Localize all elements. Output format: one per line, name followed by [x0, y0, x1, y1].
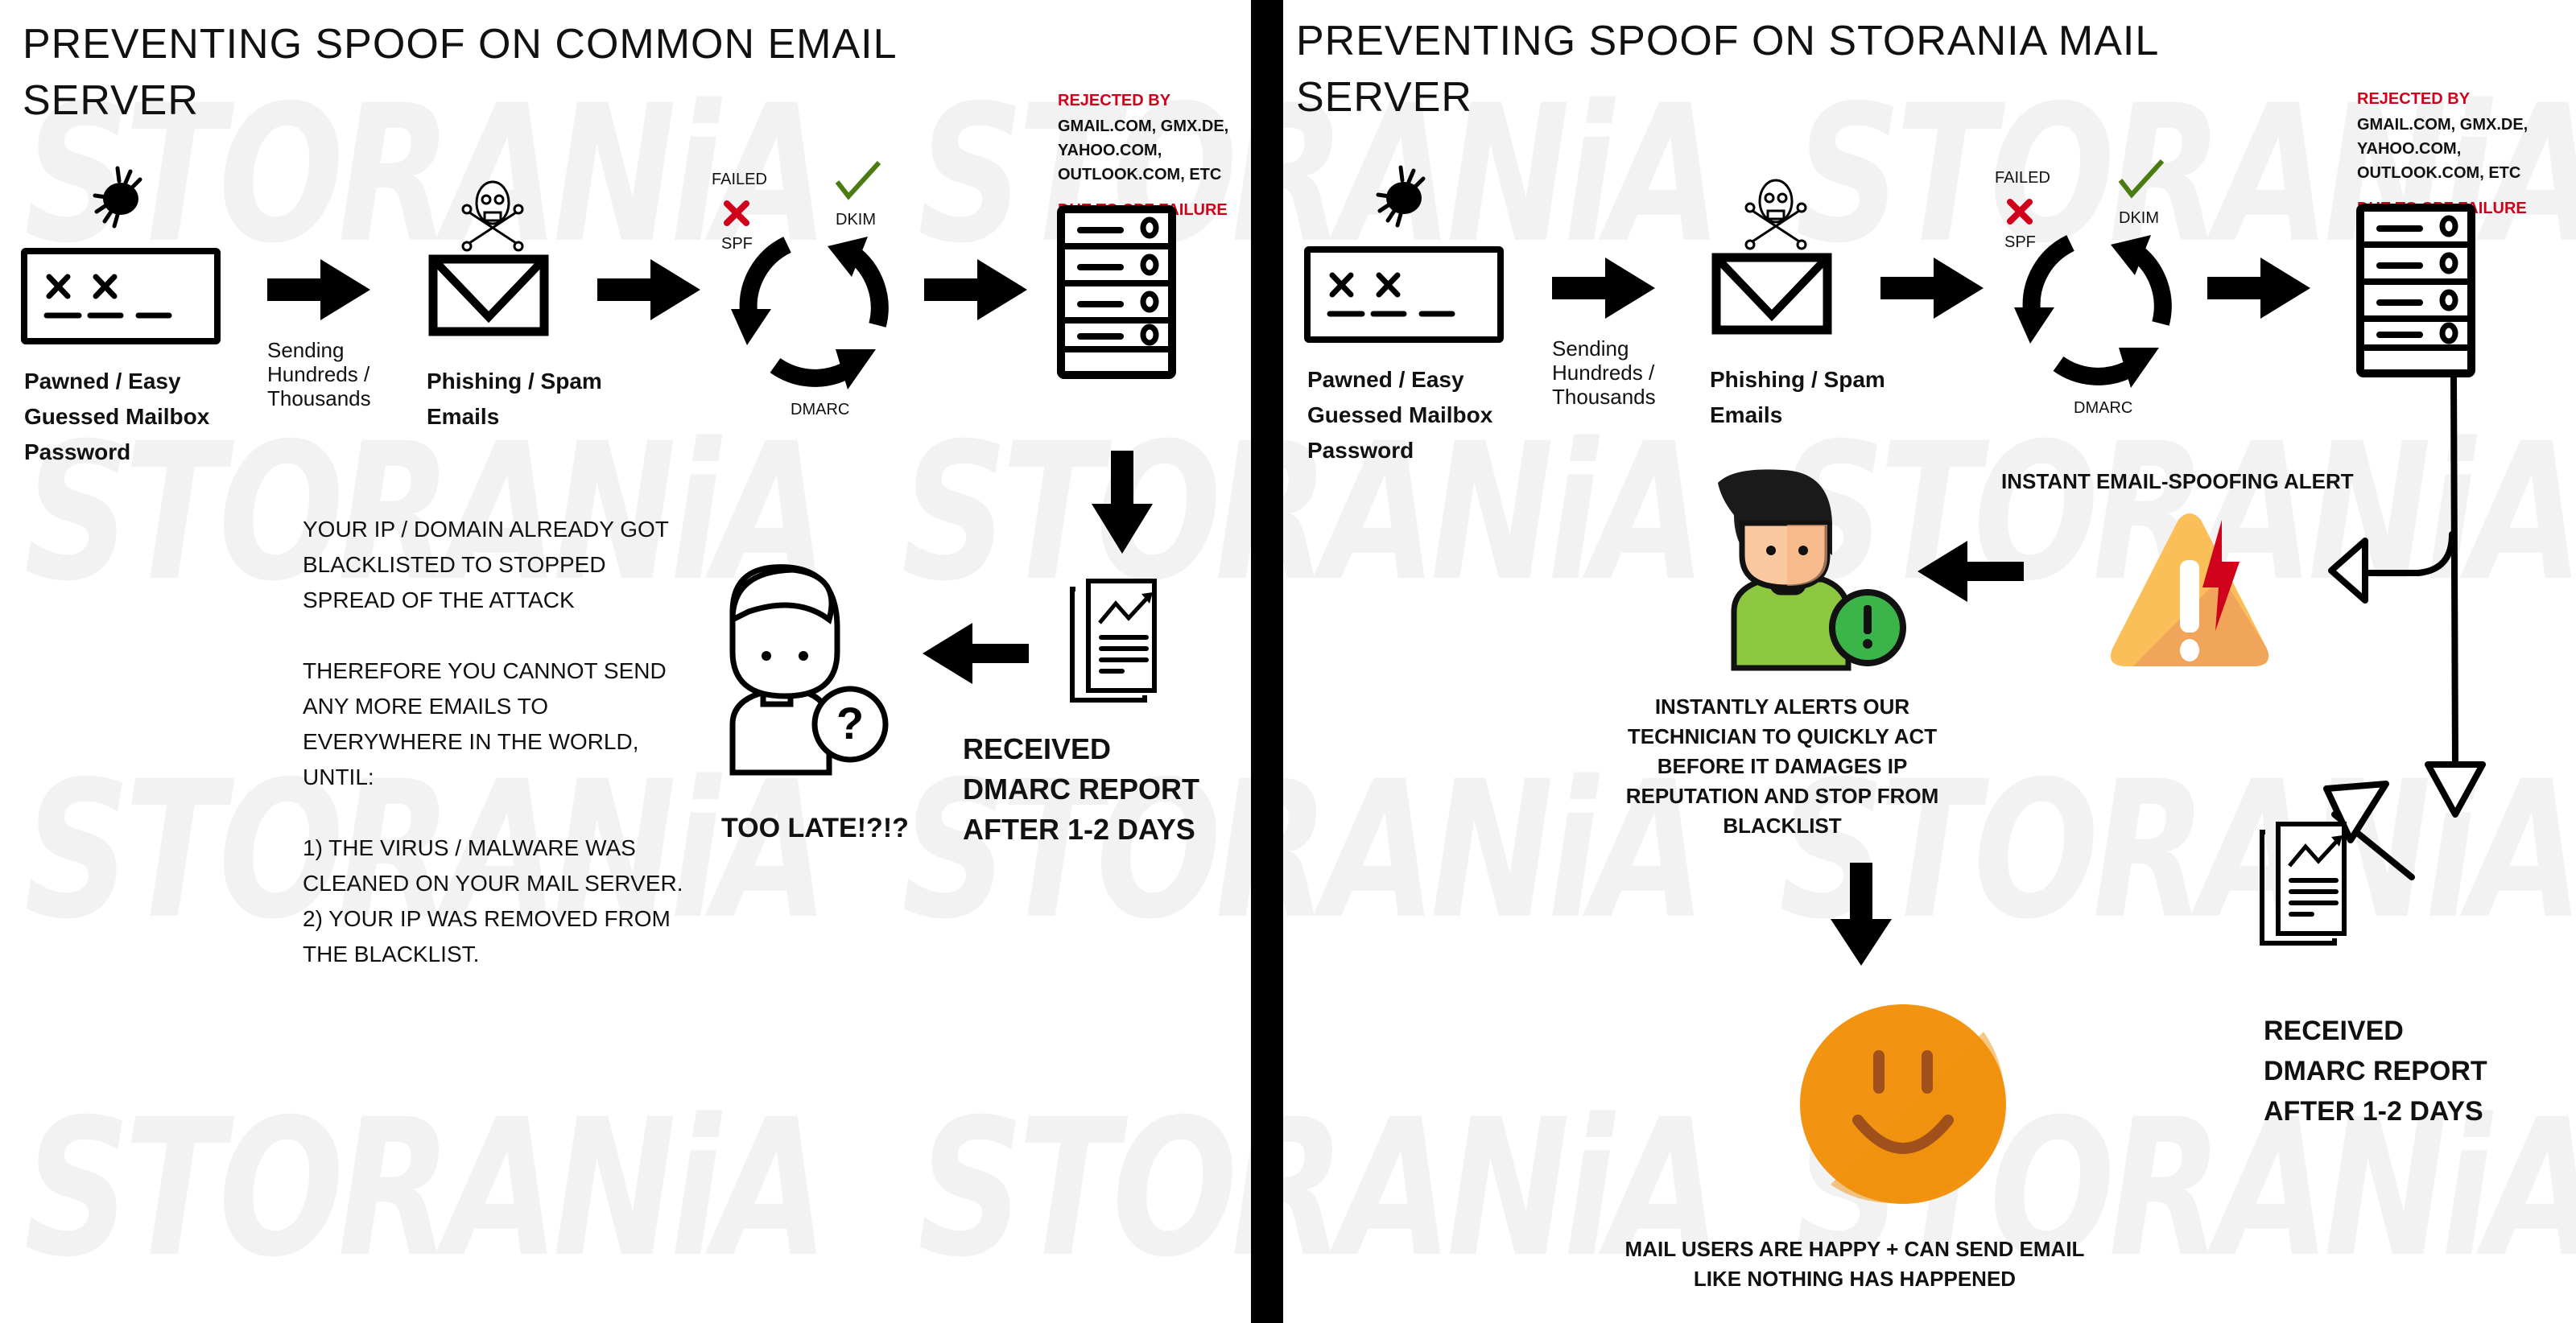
dmarc-label: DMARC — [791, 401, 850, 418]
pawned-label: Pawned / Easy Guessed Mailbox Password — [24, 364, 209, 470]
password-box-icon — [21, 248, 221, 344]
report-document-icon — [2260, 822, 2347, 946]
blacklist-explanation: YOUR IP / DOMAIN ALREADY GOT BLACKLISTED… — [303, 512, 683, 972]
title-line: SERVER — [23, 77, 199, 124]
label-line: Emails — [427, 404, 500, 429]
sending-label: Sending Hundreds / Thousands — [267, 338, 371, 410]
left-panel: PREVENTING SPOOF ON COMMON EMAIL SERVER … — [0, 0, 1251, 1323]
panel-divider — [1251, 0, 1283, 1323]
dmarc-report-label: RECEIVED DMARC REPORT AFTER 1-2 DAYS — [2264, 1011, 2487, 1131]
skull-crossbones-icon — [461, 180, 524, 252]
text-line: BLACKLIST — [1723, 814, 1842, 838]
technician-alert-icon — [1718, 469, 1906, 671]
dkim-label: DKIM — [836, 211, 876, 229]
text-line: 1) THE VIRUS / MALWARE WAS — [303, 835, 636, 860]
text-line: REPUTATION AND STOP FROM — [1625, 784, 1939, 808]
x-mark-icon — [724, 200, 749, 226]
text-line: THE BLACKLIST. — [303, 942, 480, 966]
left-title: PREVENTING SPOOF ON COMMON EMAIL SERVER — [23, 16, 898, 129]
text-line: YOUR IP / DOMAIN ALREADY GOT — [303, 517, 669, 542]
label-line: Guessed Mailbox — [24, 404, 210, 429]
text-line: INSTANTLY ALERTS OUR — [1654, 694, 1910, 719]
arrow-left-icon — [923, 623, 1029, 684]
text-line: MAIL USERS ARE HAPPY + CAN SEND EMAIL — [1624, 1237, 2085, 1261]
label-line: RECEIVED — [2264, 1016, 2404, 1046]
rejected-providers: GMAIL.COM, GMX.DE, YAHOO.COM, OUTLOOK.CO… — [1058, 114, 1228, 187]
label-line: AFTER 1-2 DAYS — [2264, 1096, 2483, 1127]
provider-line: OUTLOOK.COM, ETC — [1058, 166, 1222, 183]
arrow-right-icon — [267, 259, 370, 320]
provider-line: GMAIL.COM, GMX.DE, — [1058, 117, 1229, 135]
provider-line: YAHOO.COM, — [1058, 142, 1162, 159]
phishing-label: Phishing / Spam Emails — [427, 364, 602, 435]
label-line: DMARC REPORT — [963, 773, 1199, 806]
bug-icon — [93, 166, 142, 229]
text-line: ANY MORE EMAILS TO — [303, 694, 548, 719]
label-line: AFTER 1-2 DAYS — [963, 813, 1195, 846]
text-line: TECHNICIAN TO QUICKLY ACT — [1627, 724, 1938, 748]
smiley-face-icon — [1800, 1004, 2006, 1204]
spoofing-alert-label: INSTANT EMAIL-SPOOFING ALERT — [2001, 469, 2354, 493]
label-line: Hundreds / — [267, 362, 370, 386]
server-icon — [1057, 205, 1176, 379]
arrow-down-icon — [1831, 863, 1892, 966]
arrow-left-icon — [1918, 541, 2024, 602]
text-line: LIKE NOTHING HAS HAPPENED — [1693, 1267, 2017, 1291]
label-line: Pawned / Easy — [24, 369, 181, 394]
envelope-icon — [428, 254, 549, 336]
technician-alert-text: INSTANTLY ALERTS OUR TECHNICIAN TO QUICK… — [1581, 692, 1984, 841]
label-line: DMARC REPORT — [2264, 1056, 2487, 1086]
too-late-label: TOO LATE!?!? — [721, 813, 909, 843]
failed-label: FAILED — [712, 171, 767, 188]
svg-text:?: ? — [836, 698, 864, 748]
happy-users-text: MAIL USERS ARE HAPPY + CAN SEND EMAIL LI… — [1509, 1234, 2201, 1294]
label-line: Sending — [267, 338, 345, 362]
label-line: Password — [24, 439, 131, 464]
text-line: EVERYWHERE IN THE WORLD, — [303, 729, 639, 754]
text-line: SPREAD OF THE ATTACK — [303, 587, 575, 612]
text-line: BLACKLISTED TO STOPPED — [303, 552, 606, 577]
confused-person-icon: ? — [729, 564, 889, 776]
text-line: BEFORE IT DAMAGES IP — [1657, 754, 1908, 778]
label-line: Phishing / Spam — [427, 369, 602, 394]
title-line: PREVENTING SPOOF ON COMMON EMAIL — [23, 21, 898, 68]
right-panel: PREVENTING SPOOF ON STORANIA MAIL SERVER… — [1283, 0, 2576, 1323]
label-line: Thousands — [267, 386, 371, 410]
arrow-right-icon — [597, 259, 700, 320]
warning-triangle-icon — [2110, 513, 2269, 666]
text-line: THEREFORE YOU CANNOT SEND — [303, 658, 667, 683]
text-spacer — [303, 618, 683, 653]
dmarc-report-label: RECEIVED DMARC REPORT AFTER 1-2 DAYS — [963, 729, 1199, 850]
text-line: 2) YOUR IP WAS REMOVED FROM — [303, 906, 671, 931]
rejected-heading: REJECTED BY — [1058, 92, 1171, 109]
label-line: RECEIVED — [963, 732, 1112, 765]
arrow-right-icon — [924, 259, 1027, 320]
text-line: CLEANED ON YOUR MAIL SERVER. — [303, 871, 683, 896]
report-document-icon — [1070, 579, 1157, 703]
cycle-arrows-icon — [731, 237, 889, 389]
text-line: UNTIL: — [303, 765, 374, 789]
text-spacer — [303, 795, 683, 830]
arrow-down-icon — [1092, 451, 1153, 554]
checkmark-icon — [835, 160, 881, 200]
